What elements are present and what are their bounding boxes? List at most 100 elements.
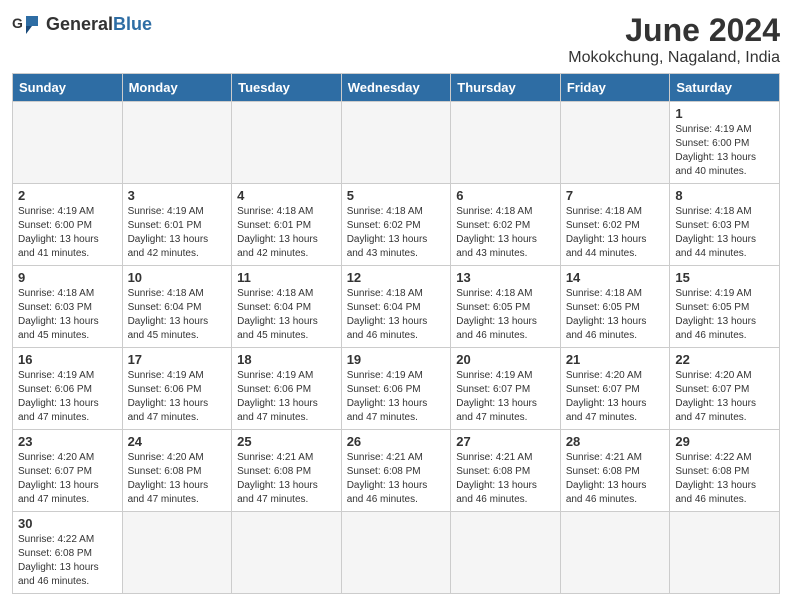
day-info: Sunrise: 4:18 AMSunset: 6:04 PMDaylight:… bbox=[237, 287, 336, 343]
day-number: 10 bbox=[128, 270, 227, 285]
table-row: 16 Sunrise: 4:19 AMSunset: 6:06 PMDaylig… bbox=[13, 348, 123, 430]
col-saturday: Saturday bbox=[670, 74, 780, 102]
title-area: June 2024 Mokokchung, Nagaland, India bbox=[568, 12, 780, 67]
day-info: Sunrise: 4:19 AMSunset: 6:06 PMDaylight:… bbox=[18, 369, 117, 425]
table-row bbox=[341, 512, 451, 594]
table-row: 28 Sunrise: 4:21 AMSunset: 6:08 PMDaylig… bbox=[560, 430, 670, 512]
table-row: 24 Sunrise: 4:20 AMSunset: 6:08 PMDaylig… bbox=[122, 430, 232, 512]
day-info: Sunrise: 4:19 AMSunset: 6:06 PMDaylight:… bbox=[347, 369, 446, 425]
col-wednesday: Wednesday bbox=[341, 74, 451, 102]
logo-text: GeneralBlue bbox=[46, 14, 152, 35]
table-row bbox=[451, 512, 561, 594]
day-info: Sunrise: 4:22 AMSunset: 6:08 PMDaylight:… bbox=[675, 451, 774, 507]
day-number: 8 bbox=[675, 188, 774, 203]
table-row: 2 Sunrise: 4:19 AMSunset: 6:00 PMDayligh… bbox=[13, 184, 123, 266]
table-row bbox=[13, 102, 123, 184]
day-number: 15 bbox=[675, 270, 774, 285]
table-row: 27 Sunrise: 4:21 AMSunset: 6:08 PMDaylig… bbox=[451, 430, 561, 512]
table-row: 18 Sunrise: 4:19 AMSunset: 6:06 PMDaylig… bbox=[232, 348, 342, 430]
day-number: 2 bbox=[18, 188, 117, 203]
day-info: Sunrise: 4:19 AMSunset: 6:07 PMDaylight:… bbox=[456, 369, 555, 425]
day-number: 28 bbox=[566, 434, 665, 449]
day-number: 25 bbox=[237, 434, 336, 449]
day-info: Sunrise: 4:21 AMSunset: 6:08 PMDaylight:… bbox=[456, 451, 555, 507]
col-friday: Friday bbox=[560, 74, 670, 102]
day-number: 17 bbox=[128, 352, 227, 367]
day-number: 9 bbox=[18, 270, 117, 285]
day-info: Sunrise: 4:19 AMSunset: 6:00 PMDaylight:… bbox=[675, 123, 774, 179]
table-row: 7 Sunrise: 4:18 AMSunset: 6:02 PMDayligh… bbox=[560, 184, 670, 266]
col-tuesday: Tuesday bbox=[232, 74, 342, 102]
day-info: Sunrise: 4:22 AMSunset: 6:08 PMDaylight:… bbox=[18, 533, 117, 589]
table-row bbox=[670, 512, 780, 594]
day-number: 23 bbox=[18, 434, 117, 449]
day-number: 19 bbox=[347, 352, 446, 367]
day-info: Sunrise: 4:20 AMSunset: 6:07 PMDaylight:… bbox=[675, 369, 774, 425]
table-row: 5 Sunrise: 4:18 AMSunset: 6:02 PMDayligh… bbox=[341, 184, 451, 266]
day-info: Sunrise: 4:19 AMSunset: 6:00 PMDaylight:… bbox=[18, 205, 117, 261]
table-row: 23 Sunrise: 4:20 AMSunset: 6:07 PMDaylig… bbox=[13, 430, 123, 512]
day-number: 7 bbox=[566, 188, 665, 203]
day-info: Sunrise: 4:18 AMSunset: 6:02 PMDaylight:… bbox=[347, 205, 446, 261]
table-row: 19 Sunrise: 4:19 AMSunset: 6:06 PMDaylig… bbox=[341, 348, 451, 430]
table-row: 14 Sunrise: 4:18 AMSunset: 6:05 PMDaylig… bbox=[560, 266, 670, 348]
table-row: 22 Sunrise: 4:20 AMSunset: 6:07 PMDaylig… bbox=[670, 348, 780, 430]
day-info: Sunrise: 4:18 AMSunset: 6:01 PMDaylight:… bbox=[237, 205, 336, 261]
col-thursday: Thursday bbox=[451, 74, 561, 102]
day-number: 12 bbox=[347, 270, 446, 285]
day-info: Sunrise: 4:18 AMSunset: 6:05 PMDaylight:… bbox=[456, 287, 555, 343]
table-row bbox=[122, 102, 232, 184]
day-info: Sunrise: 4:18 AMSunset: 6:02 PMDaylight:… bbox=[566, 205, 665, 261]
day-info: Sunrise: 4:20 AMSunset: 6:07 PMDaylight:… bbox=[566, 369, 665, 425]
table-row bbox=[232, 512, 342, 594]
table-row: 17 Sunrise: 4:19 AMSunset: 6:06 PMDaylig… bbox=[122, 348, 232, 430]
day-number: 6 bbox=[456, 188, 555, 203]
day-info: Sunrise: 4:18 AMSunset: 6:04 PMDaylight:… bbox=[128, 287, 227, 343]
table-row: 30 Sunrise: 4:22 AMSunset: 6:08 PMDaylig… bbox=[13, 512, 123, 594]
table-row: 11 Sunrise: 4:18 AMSunset: 6:04 PMDaylig… bbox=[232, 266, 342, 348]
day-info: Sunrise: 4:18 AMSunset: 6:02 PMDaylight:… bbox=[456, 205, 555, 261]
day-info: Sunrise: 4:21 AMSunset: 6:08 PMDaylight:… bbox=[347, 451, 446, 507]
table-row: 29 Sunrise: 4:22 AMSunset: 6:08 PMDaylig… bbox=[670, 430, 780, 512]
day-number: 27 bbox=[456, 434, 555, 449]
logo-general: General bbox=[46, 14, 113, 34]
day-number: 24 bbox=[128, 434, 227, 449]
table-row: 15 Sunrise: 4:19 AMSunset: 6:05 PMDaylig… bbox=[670, 266, 780, 348]
day-number: 1 bbox=[675, 106, 774, 121]
header-row: Sunday Monday Tuesday Wednesday Thursday… bbox=[13, 74, 780, 102]
table-row: 6 Sunrise: 4:18 AMSunset: 6:02 PMDayligh… bbox=[451, 184, 561, 266]
logo: G GeneralBlue bbox=[12, 12, 152, 36]
table-row: 3 Sunrise: 4:19 AMSunset: 6:01 PMDayligh… bbox=[122, 184, 232, 266]
day-number: 16 bbox=[18, 352, 117, 367]
day-info: Sunrise: 4:21 AMSunset: 6:08 PMDaylight:… bbox=[237, 451, 336, 507]
table-row bbox=[122, 512, 232, 594]
day-info: Sunrise: 4:18 AMSunset: 6:03 PMDaylight:… bbox=[675, 205, 774, 261]
day-number: 5 bbox=[347, 188, 446, 203]
day-number: 14 bbox=[566, 270, 665, 285]
table-row: 1 Sunrise: 4:19 AMSunset: 6:00 PMDayligh… bbox=[670, 102, 780, 184]
calendar-subtitle: Mokokchung, Nagaland, India bbox=[568, 49, 780, 67]
day-info: Sunrise: 4:20 AMSunset: 6:08 PMDaylight:… bbox=[128, 451, 227, 507]
table-row bbox=[232, 102, 342, 184]
day-info: Sunrise: 4:19 AMSunset: 6:06 PMDaylight:… bbox=[128, 369, 227, 425]
day-info: Sunrise: 4:19 AMSunset: 6:06 PMDaylight:… bbox=[237, 369, 336, 425]
table-row: 10 Sunrise: 4:18 AMSunset: 6:04 PMDaylig… bbox=[122, 266, 232, 348]
day-info: Sunrise: 4:19 AMSunset: 6:05 PMDaylight:… bbox=[675, 287, 774, 343]
table-row: 25 Sunrise: 4:21 AMSunset: 6:08 PMDaylig… bbox=[232, 430, 342, 512]
day-number: 11 bbox=[237, 270, 336, 285]
table-row bbox=[560, 102, 670, 184]
day-info: Sunrise: 4:19 AMSunset: 6:01 PMDaylight:… bbox=[128, 205, 227, 261]
calendar-title: June 2024 bbox=[568, 12, 780, 49]
day-number: 13 bbox=[456, 270, 555, 285]
day-number: 20 bbox=[456, 352, 555, 367]
table-row: 26 Sunrise: 4:21 AMSunset: 6:08 PMDaylig… bbox=[341, 430, 451, 512]
table-row bbox=[451, 102, 561, 184]
day-info: Sunrise: 4:18 AMSunset: 6:03 PMDaylight:… bbox=[18, 287, 117, 343]
day-number: 21 bbox=[566, 352, 665, 367]
table-row bbox=[560, 512, 670, 594]
table-row: 21 Sunrise: 4:20 AMSunset: 6:07 PMDaylig… bbox=[560, 348, 670, 430]
table-row: 8 Sunrise: 4:18 AMSunset: 6:03 PMDayligh… bbox=[670, 184, 780, 266]
logo-blue: Blue bbox=[113, 14, 152, 34]
day-number: 4 bbox=[237, 188, 336, 203]
day-number: 29 bbox=[675, 434, 774, 449]
